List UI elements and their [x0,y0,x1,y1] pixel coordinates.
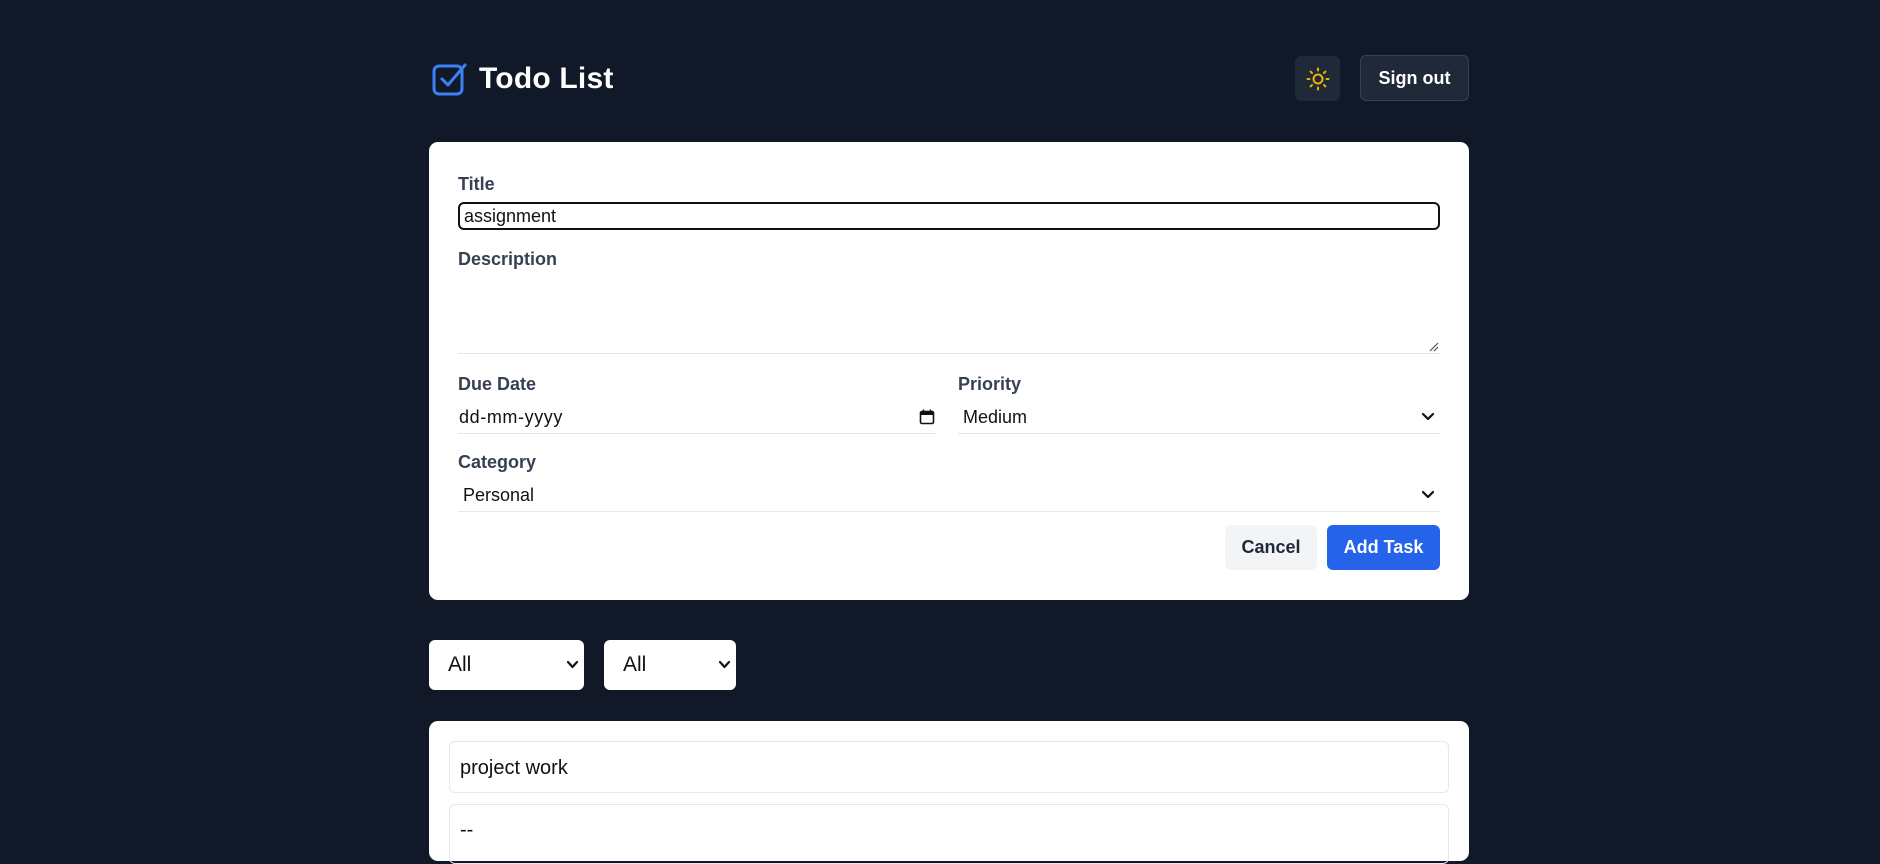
todo-title-text: project work [460,757,568,779]
resize-grip-icon[interactable] [1429,342,1439,352]
chevron-down-icon [566,660,579,669]
title-label: Title [458,174,495,194]
add-task-form: Title Description Due Date dd-mm-yyyy Pr… [429,142,1469,600]
status-filter-select[interactable]: All [429,640,584,690]
priority-label: Priority [958,374,1022,394]
category-select[interactable]: Personal [458,482,1440,512]
chevron-down-icon [718,660,731,669]
add-task-button[interactable]: Add Task [1327,525,1440,570]
chevron-down-icon [1421,412,1435,421]
calendar-icon[interactable] [919,409,935,425]
app-title: Todo List [479,62,614,95]
due-date-placeholder: dd-mm-yyyy [459,407,563,427]
priority-filter-value: All [623,653,647,676]
header: Todo List Sign out [429,55,1469,103]
priority-select-value: Medium [963,407,1028,427]
todo-description-text: -- [460,819,474,841]
due-date-label: Due Date [458,374,537,394]
category-label: Category [458,452,537,472]
title-input[interactable] [458,202,1440,230]
description-label: Description [458,249,558,269]
todo-item: project work -- [429,721,1469,864]
description-textarea[interactable] [458,278,1440,354]
priority-filter-select[interactable]: All [604,640,736,690]
chevron-down-icon [1421,490,1435,499]
todo-title-input[interactable]: project work [449,741,1449,793]
category-select-value: Personal [463,485,535,505]
due-date-input[interactable]: dd-mm-yyyy [458,404,936,434]
theme-toggle-button[interactable] [1295,56,1340,101]
todo-description-input[interactable]: -- [449,804,1449,864]
checkbox-icon [432,63,467,96]
status-filter-value: All [448,653,472,676]
cancel-button[interactable]: Cancel [1225,525,1317,570]
sign-out-button[interactable]: Sign out [1360,55,1469,101]
priority-select[interactable]: Medium [958,404,1440,434]
sun-icon [1306,67,1329,90]
